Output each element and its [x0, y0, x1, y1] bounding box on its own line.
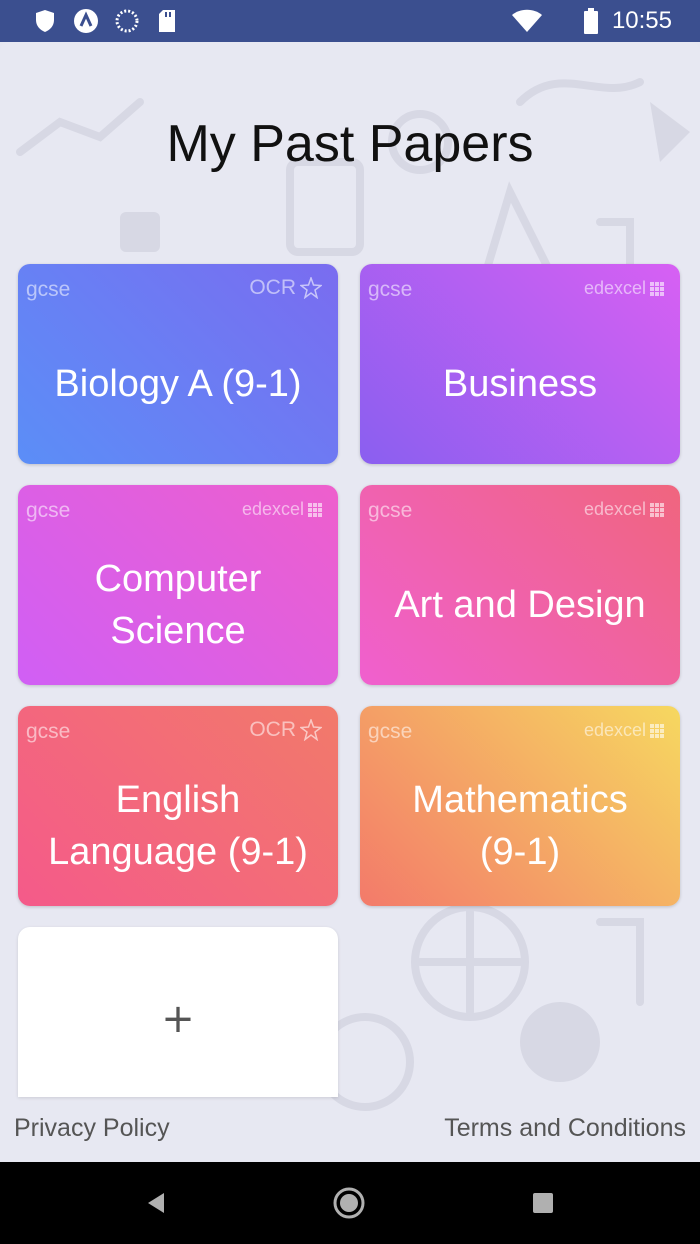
- recents-icon[interactable]: [526, 1186, 560, 1220]
- privacy-policy-link[interactable]: Privacy Policy: [14, 1114, 170, 1143]
- subject-title: Mathematics (9-1): [370, 746, 670, 906]
- navigation-bar: [0, 1162, 700, 1244]
- title-line: Business: [442, 363, 598, 405]
- level-label: gcse: [368, 278, 413, 301]
- title-line: Computer: [94, 558, 262, 600]
- board-label: edexcel: [583, 278, 646, 298]
- sync-icon: [114, 8, 140, 34]
- title-line: English: [115, 779, 241, 821]
- edexcel-logo: edexcel: [584, 499, 664, 520]
- title-line: Art and Design: [394, 584, 646, 626]
- subject-title: English Language (9-1): [28, 746, 328, 906]
- edexcel-grid-icon: [308, 502, 322, 517]
- level-label: gcse: [368, 499, 413, 522]
- ocr-logo: OCR: [249, 718, 322, 742]
- board-label: edexcel: [583, 499, 646, 519]
- board-label: OCR: [249, 276, 296, 299]
- page-title: My Past Papers: [166, 115, 534, 173]
- back-icon[interactable]: [138, 1186, 172, 1220]
- app-screen: My Past Papers gcse OCR Biology A (9-1) …: [0, 42, 700, 1162]
- title-line: (9-1): [479, 831, 561, 873]
- edexcel-grid-icon: [650, 281, 664, 296]
- level-label: gcse: [26, 278, 71, 301]
- subject-card-computer-science[interactable]: gcse edexcel Computer Science: [18, 485, 338, 685]
- board-label: OCR: [249, 718, 296, 741]
- edexcel-grid-icon: [650, 723, 664, 738]
- shield-icon: [34, 8, 56, 34]
- status-bar: 10:55: [0, 0, 700, 42]
- level-label: gcse: [26, 720, 71, 743]
- board-label: edexcel: [583, 720, 646, 740]
- board-label: edexcel: [241, 499, 304, 519]
- title-line: Language (9-1): [48, 831, 308, 873]
- subject-title: Biology A (9-1): [28, 304, 328, 464]
- subject-card-english-language[interactable]: gcse OCR English Language (9-1): [18, 706, 338, 906]
- ocr-star-icon: [300, 277, 322, 299]
- title-line: Biology A (9-1): [54, 363, 302, 405]
- app-a-icon: [72, 8, 100, 34]
- sd-card-icon: [156, 8, 178, 34]
- subject-card-business[interactable]: gcse edexcel Business: [360, 264, 680, 464]
- home-icon[interactable]: [332, 1186, 366, 1220]
- edexcel-logo: edexcel: [242, 499, 322, 520]
- subject-card-mathematics[interactable]: gcse edexcel Mathematics (9-1): [360, 706, 680, 906]
- battery-icon: [582, 8, 600, 34]
- level-label: gcse: [26, 499, 71, 522]
- ocr-logo: OCR: [249, 276, 322, 300]
- edexcel-logo: edexcel: [584, 278, 664, 299]
- subject-title: Computer Science: [28, 525, 328, 685]
- wifi-icon: [510, 8, 544, 34]
- edexcel-grid-icon: [650, 502, 664, 517]
- add-subject-button[interactable]: +: [18, 927, 338, 1097]
- subject-card-art-and-design[interactable]: gcse edexcel Art and Design: [360, 485, 680, 685]
- subject-title: Business: [370, 304, 670, 464]
- title-line: Mathematics: [412, 779, 628, 821]
- subject-card-biology[interactable]: gcse OCR Biology A (9-1): [18, 264, 338, 464]
- plus-icon: +: [161, 996, 195, 1042]
- subject-title: Art and Design: [370, 525, 670, 685]
- level-label: gcse: [368, 720, 413, 743]
- terms-and-conditions-link[interactable]: Terms and Conditions: [444, 1114, 686, 1143]
- clock: 10:55: [611, 7, 672, 34]
- title-line: Science: [110, 610, 246, 652]
- ocr-star-icon: [300, 719, 322, 741]
- edexcel-logo: edexcel: [584, 720, 664, 741]
